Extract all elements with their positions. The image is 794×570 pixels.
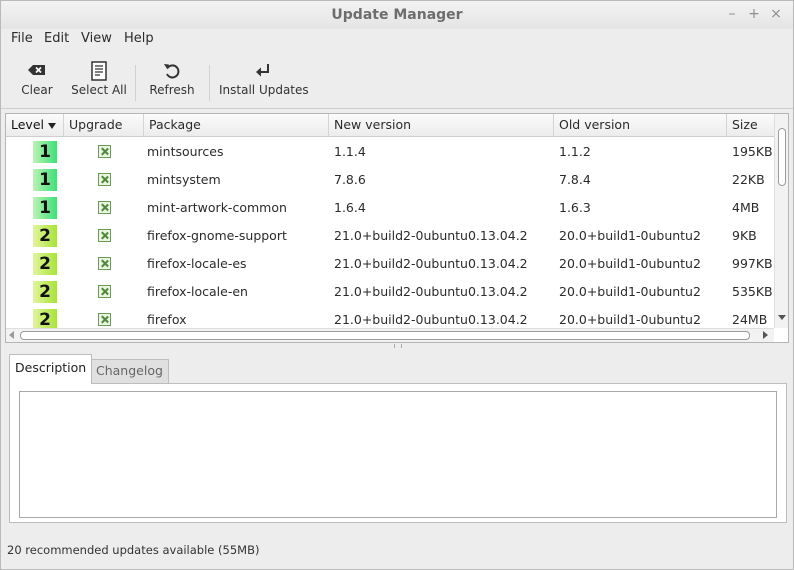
refresh-button[interactable]: Refresh: [145, 53, 199, 105]
package-name: mint-artwork-common: [147, 200, 287, 215]
new-version: 21.0+build2-0ubuntu0.13.04.2: [334, 256, 528, 271]
package-size: 195KB: [732, 144, 773, 159]
package-name: firefox-locale-es: [147, 256, 247, 271]
refresh-icon: [164, 64, 180, 79]
status-bar: 20 recommended updates available (55MB): [7, 543, 260, 557]
toolbar: Clear Select All Refresh Install Updates: [1, 53, 793, 109]
old-version: 20.0+build1-0ubuntu2: [559, 256, 701, 271]
table-row[interactable]: 2 firefox-gnome-support 21.0+build2-0ubu…: [6, 222, 774, 250]
menu-bar: File Edit View Help: [1, 29, 793, 51]
package-name: mintsystem: [147, 172, 221, 187]
package-size: 4MB: [732, 200, 760, 215]
package-name: mintsources: [147, 144, 224, 159]
level-badge: 2: [33, 225, 57, 247]
new-version: 7.8.6: [334, 172, 366, 187]
upgrade-checkbox[interactable]: [98, 285, 111, 298]
select-all-label: Select All: [71, 83, 127, 97]
new-version: 21.0+build2-0ubuntu0.13.04.2: [334, 228, 528, 243]
install-updates-label: Install Updates: [219, 83, 309, 97]
package-name: firefox-locale-en: [147, 284, 248, 299]
install-updates-button[interactable]: Install Updates: [219, 53, 309, 105]
new-version: 1.6.4: [334, 200, 366, 215]
description-panel: [9, 383, 787, 523]
column-header-new-version[interactable]: New version: [329, 114, 554, 137]
old-version: 20.0+build1-0ubuntu2: [559, 284, 701, 299]
package-name: firefox: [147, 312, 187, 327]
table-header: Level Upgrade Package New version Old ve…: [6, 114, 774, 137]
column-header-size[interactable]: Size: [727, 114, 774, 137]
level-header-label: Level: [11, 117, 44, 132]
column-header-package[interactable]: Package: [144, 114, 329, 137]
upgrade-checkbox[interactable]: [98, 229, 111, 242]
clear-button[interactable]: Clear: [15, 53, 59, 105]
select-all-button[interactable]: Select All: [69, 53, 129, 105]
vertical-scrollbar[interactable]: [774, 114, 788, 328]
vertical-scroll-thumb[interactable]: [778, 128, 786, 186]
table-row[interactable]: 2 firefox 21.0+build2-0ubuntu0.13.04.2 2…: [6, 306, 774, 328]
level-badge: 1: [33, 141, 57, 163]
old-version: 1.6.3: [559, 200, 591, 215]
maximize-button[interactable]: +: [745, 5, 763, 23]
window-title: Update Manager: [331, 7, 463, 23]
upgrade-checkbox[interactable]: [98, 145, 111, 158]
table-row[interactable]: 2 firefox-locale-es 21.0+build2-0ubuntu0…: [6, 250, 774, 278]
install-arrow-icon: [256, 64, 269, 77]
description-text-area[interactable]: [19, 391, 777, 518]
package-name: firefox-gnome-support: [147, 228, 287, 243]
toolbar-separator: [135, 65, 136, 101]
table-body: 1 mintsources 1.1.4 1.1.2 195KB 1 mintsy…: [6, 138, 774, 328]
update-manager-window: Update Manager – + × File Edit View Help…: [0, 0, 794, 570]
level-badge: 2: [33, 253, 57, 275]
column-header-level[interactable]: Level: [6, 114, 64, 137]
table-row[interactable]: 2 firefox-locale-en 21.0+build2-0ubuntu0…: [6, 278, 774, 306]
tab-changelog[interactable]: Changelog: [90, 359, 169, 383]
upgrade-checkbox[interactable]: [98, 173, 111, 186]
old-version: 20.0+build1-0ubuntu2: [559, 312, 701, 327]
level-badge: 1: [33, 197, 57, 219]
level-badge: 2: [33, 281, 57, 303]
package-size: 535KB: [732, 284, 773, 299]
horizontal-scrollbar[interactable]: [6, 328, 774, 342]
refresh-label: Refresh: [149, 83, 195, 97]
scroll-down-arrow-icon[interactable]: [778, 315, 786, 320]
tab-description[interactable]: Description: [9, 354, 93, 384]
new-version: 21.0+build2-0ubuntu0.13.04.2: [334, 312, 528, 327]
level-badge: 1: [33, 169, 57, 191]
old-version: 1.1.2: [559, 144, 591, 159]
new-version: 1.1.4: [334, 144, 366, 159]
pane-resize-handle[interactable]: [394, 344, 402, 348]
minimize-button[interactable]: –: [723, 5, 741, 23]
menu-edit[interactable]: Edit: [44, 31, 69, 46]
table-row[interactable]: 1 mintsystem 7.8.6 7.8.4 22KB: [6, 166, 774, 194]
column-header-upgrade[interactable]: Upgrade: [64, 114, 144, 137]
select-all-icon: [91, 61, 107, 81]
horizontal-scroll-thumb[interactable]: [20, 331, 750, 340]
menu-view[interactable]: View: [81, 31, 112, 46]
new-version: 21.0+build2-0ubuntu0.13.04.2: [334, 284, 528, 299]
toolbar-separator: [209, 65, 210, 101]
scroll-left-arrow-icon[interactable]: [9, 331, 14, 339]
close-button[interactable]: ×: [767, 5, 785, 23]
sort-descending-icon: [48, 122, 56, 129]
clear-icon: [28, 65, 45, 75]
menu-file[interactable]: File: [11, 31, 33, 46]
clear-label: Clear: [21, 83, 53, 97]
package-size: 9KB: [732, 228, 757, 243]
upgrade-checkbox[interactable]: [98, 201, 111, 214]
package-size: 997KB: [732, 256, 773, 271]
column-header-old-version[interactable]: Old version: [554, 114, 727, 137]
upgrade-checkbox[interactable]: [98, 313, 111, 326]
title-bar[interactable]: Update Manager – + ×: [1, 1, 793, 29]
scroll-right-arrow-icon[interactable]: [763, 331, 768, 339]
upgrade-checkbox[interactable]: [98, 257, 111, 270]
old-version: 20.0+build1-0ubuntu2: [559, 228, 701, 243]
updates-table: Level Upgrade Package New version Old ve…: [5, 113, 789, 343]
package-size: 22KB: [732, 172, 765, 187]
menu-help[interactable]: Help: [124, 31, 154, 46]
package-size: 24MB: [732, 312, 768, 327]
level-badge: 2: [33, 309, 57, 328]
old-version: 7.8.4: [559, 172, 591, 187]
table-row[interactable]: 1 mint-artwork-common 1.6.4 1.6.3 4MB: [6, 194, 774, 222]
table-row[interactable]: 1 mintsources 1.1.4 1.1.2 195KB: [6, 138, 774, 166]
